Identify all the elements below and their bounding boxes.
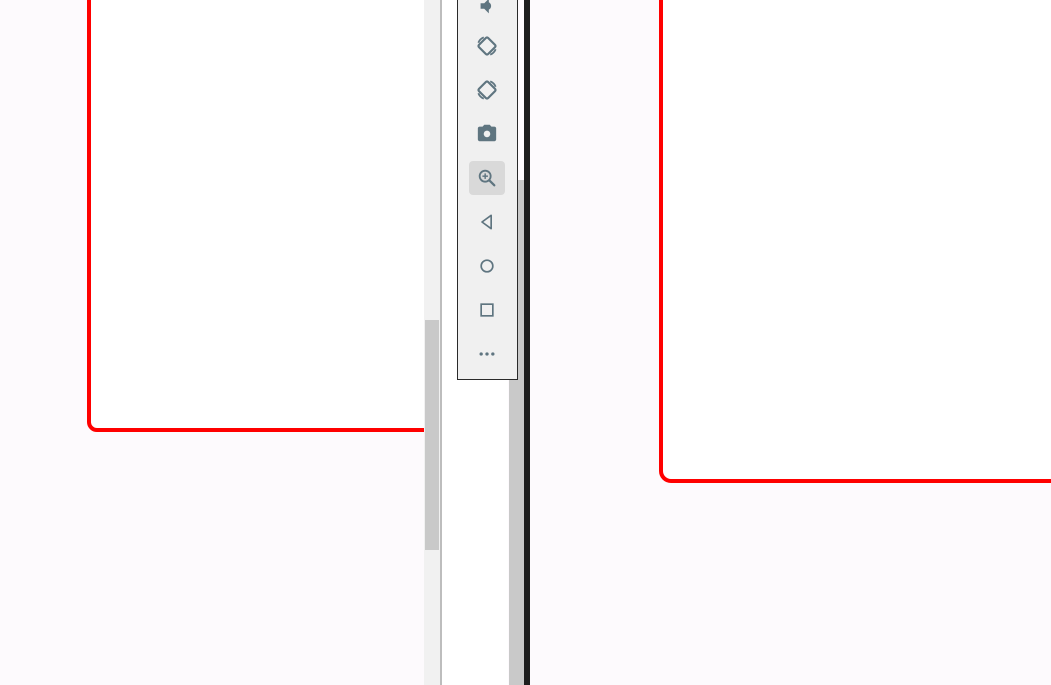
overview-icon: [480, 303, 494, 317]
back-icon: [481, 214, 492, 230]
left-scrollbar-thumb[interactable]: [425, 320, 439, 550]
overview-button[interactable]: [469, 293, 505, 327]
left-red-card: [87, 0, 424, 432]
volume-down-icon: [480, 0, 492, 14]
home-button[interactable]: [469, 249, 505, 283]
back-button[interactable]: [469, 205, 505, 239]
rotate-left-icon: [477, 36, 497, 56]
more-icon: [479, 352, 495, 356]
rotate-left-button[interactable]: [469, 29, 505, 63]
zoom-button[interactable]: [469, 161, 505, 195]
screenshot-button[interactable]: [469, 116, 505, 150]
home-icon: [480, 259, 494, 273]
camera-icon: [477, 124, 497, 142]
right-red-card: [659, 0, 1051, 483]
more-button[interactable]: [469, 337, 505, 371]
left-preview-pane: [0, 0, 424, 685]
emulator-toolbar: [457, 0, 518, 380]
volume-down-button[interactable]: [469, 0, 505, 23]
screen: [0, 0, 1051, 685]
right-preview-pane: [530, 0, 1051, 685]
rotate-right-icon: [477, 80, 497, 100]
rotate-right-button[interactable]: [469, 73, 505, 107]
zoom-icon: [478, 169, 496, 187]
